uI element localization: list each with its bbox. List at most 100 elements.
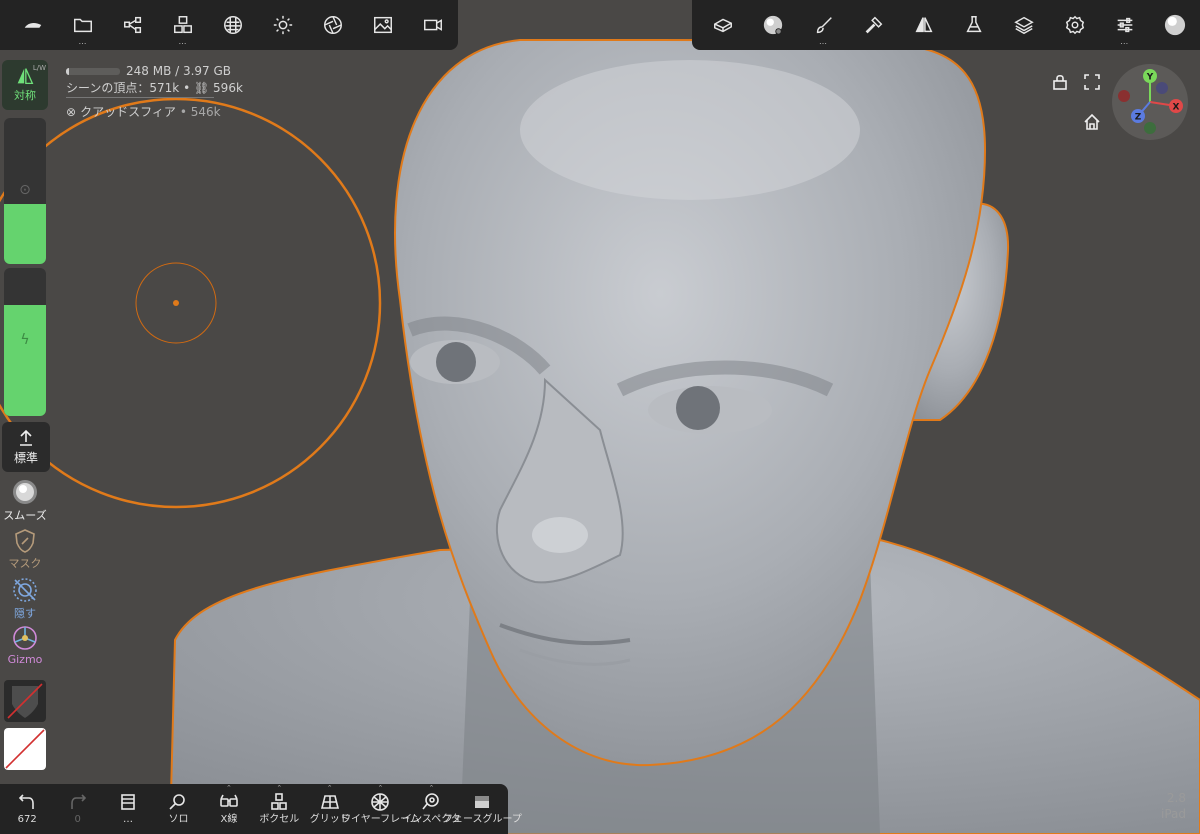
object-count: • 546k [179, 104, 221, 119]
version-info: 2.8 iPad [1161, 790, 1186, 822]
layers-icon[interactable] [999, 0, 1049, 50]
face-group-icon [475, 796, 490, 808]
link-icon: ⛓ [193, 81, 210, 95]
redo-icon [70, 794, 86, 809]
bottom-toolbar: 672 0 … ソロ ⌃ X線 ⌃ ボクセル ⌃ グリッド ⌃ ワイヤーフレーム… [0, 784, 522, 834]
axis-gizmo-svg: Y X Z [1118, 69, 1183, 134]
no-color-icon [5, 729, 45, 769]
hide-tool[interactable]: 隠す [0, 576, 50, 621]
caret-up-icon: ⌃ [276, 784, 283, 792]
version-number: 2.8 [1166, 791, 1186, 805]
symmetry-label: 対称 [14, 89, 36, 102]
gizmo-x-label: X [1173, 103, 1180, 113]
video-camera-icon[interactable] [408, 0, 458, 50]
intensity-slider[interactable]: ϟ [4, 268, 46, 416]
material-icon[interactable] [208, 0, 258, 50]
mask-shield-icon [15, 529, 35, 553]
smooth-label: スムーズ [3, 509, 47, 522]
orientation-gizmo[interactable]: Y X Z [1112, 64, 1188, 140]
history-stack-icon [121, 794, 135, 810]
quadsphere-icon: ⊗ [66, 104, 77, 119]
3d-viewport[interactable] [0, 0, 1200, 834]
undo-count: 672 [17, 814, 37, 825]
object-row[interactable]: ⊗ クアッドスフィア • 546k [66, 103, 243, 120]
fullscreen-icon[interactable] [1083, 73, 1101, 91]
lock-icon[interactable] [1051, 73, 1069, 91]
smooth-brush-icon [13, 480, 37, 504]
caret-up-icon: ⌃ [428, 784, 435, 792]
paint-brush-icon[interactable]: … [798, 0, 848, 50]
caret-up-icon: ⌃ [377, 784, 384, 792]
gizmo-z-label: Z [1135, 113, 1142, 123]
redo-count: 0 [74, 814, 81, 825]
object-name: クアッドスフィア [80, 105, 176, 119]
flask-icon[interactable] [949, 0, 999, 50]
lighting-icon[interactable] [258, 0, 308, 50]
face-group-button[interactable]: フェースグループ [443, 784, 522, 834]
hammer-icon[interactable] [849, 0, 899, 50]
files-icon[interactable]: … [58, 0, 108, 50]
primitives-icon[interactable]: … [158, 0, 208, 50]
top-toolbar-left: … … [0, 0, 458, 50]
settings-gear-icon[interactable] [1049, 0, 1099, 50]
mask-label: マスク [8, 557, 42, 570]
undo-icon [19, 794, 35, 809]
lightning-icon: ϟ [20, 332, 30, 348]
magnifier-icon [169, 794, 186, 810]
sculpt-mesh-render[interactable] [0, 0, 1200, 834]
symmetry-toggle[interactable]: 対称 L/W [2, 60, 48, 110]
face-group-label: フェースグループ [443, 814, 522, 825]
memory-bar [66, 67, 120, 75]
grid-button[interactable]: ⌃ グリッド [305, 784, 355, 834]
xray-button[interactable]: ⌃ X線 [204, 784, 254, 834]
scene-icon[interactable] [108, 0, 158, 50]
history-button[interactable]: … [103, 784, 153, 834]
gizmo-icon [13, 626, 37, 650]
lw-label: L/W [32, 64, 46, 72]
memory-text: 248 MB / 3.97 GB [126, 64, 232, 78]
smooth-tool[interactable]: スムーズ [0, 478, 50, 523]
home-icon[interactable] [1083, 113, 1101, 131]
info-divider [66, 97, 214, 98]
memory-usage: 248 MB / 3.97 GB [66, 64, 243, 78]
xray-glasses-icon [220, 794, 238, 807]
upload-arrow-icon [20, 429, 32, 446]
inspector-button[interactable]: ⌃ インスペクタ [402, 784, 461, 834]
xray-label: X線 [220, 814, 238, 825]
standard-button[interactable]: 標準 [2, 422, 50, 472]
caret-up-icon: ⌃ [225, 784, 232, 792]
inspector-eye-icon [422, 793, 440, 810]
no-material-icon [7, 683, 43, 719]
sliders-icon[interactable]: … [1100, 0, 1150, 50]
voxel-icon [271, 793, 288, 810]
hide-mesh-icon [13, 578, 37, 602]
scene-vertices: シーンの頂点：571k • ⛓ 596k [66, 81, 243, 95]
symmetry-icon[interactable] [899, 0, 949, 50]
background-image-icon[interactable] [358, 0, 408, 50]
color-swatch[interactable] [4, 728, 46, 770]
voxel-button[interactable]: ⌃ ボクセル [254, 784, 304, 834]
grid-floor-icon [320, 795, 339, 809]
camera-aperture-icon[interactable] [308, 0, 358, 50]
caret-up-icon: ⌃ [326, 784, 333, 792]
gizmo-tool[interactable]: Gizmo [0, 624, 50, 666]
mask-tool[interactable]: マスク [0, 528, 50, 571]
matcap-icon[interactable] [748, 0, 798, 50]
wireframe-sphere-icon [371, 793, 390, 811]
radius-slider[interactable]: ⊙ [4, 118, 46, 264]
standard-label: 標準 [13, 450, 38, 465]
material-swatch[interactable] [4, 680, 46, 722]
voxel-label: ボクセル [259, 814, 300, 825]
gizmo-label: Gizmo [7, 653, 43, 666]
hide-label: 隠す [14, 607, 36, 620]
solo-button[interactable]: ソロ [153, 784, 203, 834]
nomad-logo-icon[interactable] [8, 0, 58, 50]
redo-button[interactable]: 0 [52, 784, 102, 834]
radius-dot-icon: ⊙ [19, 182, 31, 198]
undo-button[interactable]: 672 [2, 784, 52, 834]
device-label: iPad [1160, 807, 1186, 821]
vr-headset-icon[interactable] [698, 0, 748, 50]
wireframe-button[interactable]: ⌃ ワイヤーフレーム [341, 784, 420, 834]
sphere-preview-icon[interactable] [1150, 0, 1200, 50]
scene-info: 248 MB / 3.97 GB シーンの頂点：571k • ⛓ 596k ⊗ … [66, 64, 243, 120]
